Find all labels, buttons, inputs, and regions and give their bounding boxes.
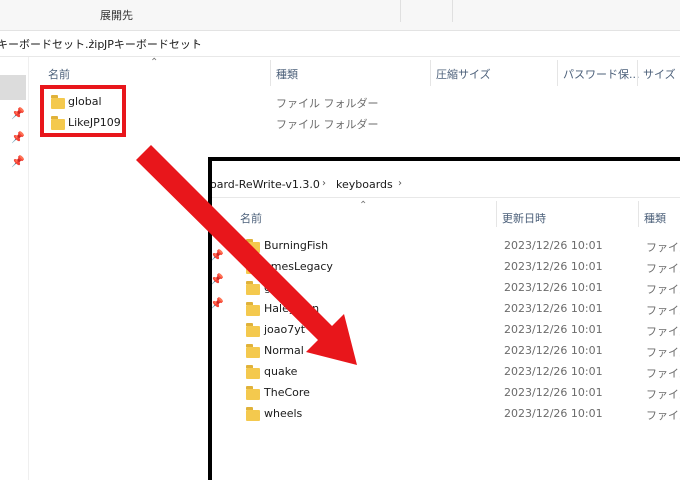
file-type: ファイル — [646, 262, 680, 275]
file-name: wheels — [264, 407, 303, 420]
list-item[interactable]: amesLegacy 2023/12/26 10:01 ファイル — [240, 257, 680, 278]
chevron-right-icon[interactable]: › — [194, 36, 198, 47]
file-name: amesLegacy — [264, 260, 333, 273]
file-name: quake — [264, 365, 298, 378]
highlight-box — [40, 85, 126, 137]
modified-date: 2023/12/26 10:01 — [504, 302, 603, 315]
file-type: ファイル — [646, 367, 680, 380]
column-divider[interactable] — [638, 201, 639, 227]
file-name: joao7yt — [264, 323, 306, 336]
column-header-type[interactable]: 種類 — [276, 66, 298, 82]
nav-selected-item[interactable] — [0, 75, 26, 100]
folder-icon — [246, 323, 260, 337]
file-type: ファイル — [646, 388, 680, 401]
folder-icon — [246, 407, 260, 421]
folder-icon — [246, 281, 260, 295]
file-type: ファイル フォルダー — [276, 118, 379, 131]
column-divider[interactable] — [637, 60, 638, 86]
column-header-type[interactable]: 種類 — [644, 210, 666, 226]
file-name: BurningFish — [264, 239, 329, 252]
file-type: ファイル — [646, 241, 680, 254]
file-type: ファイル — [646, 283, 680, 296]
toolbar-divider — [452, 0, 453, 22]
file-name: Haley von — [264, 302, 320, 315]
sort-up-icon: ⌃ — [359, 200, 368, 211]
column-divider[interactable] — [557, 60, 558, 86]
column-divider[interactable] — [270, 60, 271, 86]
modified-date: 2023/12/26 10:01 — [504, 407, 603, 420]
folder-icon — [246, 302, 260, 316]
column-header-compressed-size[interactable]: 圧縮サイズ — [436, 66, 491, 82]
breadcrumb-item-folder[interactable]: JPキーボードセット — [104, 36, 202, 52]
folder-icon — [246, 260, 260, 274]
ribbon-toolbar: 展開先 — [0, 0, 680, 31]
inset-address-bar[interactable]: oard-ReWrite-v1.3.0 › keyboards › — [212, 173, 680, 198]
breadcrumb-item-zip[interactable]: キーボードセット.zip — [0, 36, 104, 52]
file-type: ファイル — [646, 325, 680, 338]
modified-date: 2023/12/26 10:01 — [504, 260, 603, 273]
column-header-name[interactable]: 名前 — [240, 210, 262, 226]
list-item[interactable]: TheCore 2023/12/26 10:01 ファイル — [240, 383, 680, 404]
file-name: TheCore — [264, 386, 310, 399]
modified-date: 2023/12/26 10:01 — [504, 386, 603, 399]
modified-date: 2023/12/26 10:01 — [504, 323, 603, 336]
column-header-password[interactable]: パスワード保... — [563, 66, 640, 82]
modified-date: 2023/12/26 10:01 — [504, 281, 603, 294]
column-header-name[interactable]: 名前 — [48, 66, 70, 82]
list-item[interactable]: joao7yt 2023/12/26 10:01 ファイル — [240, 320, 680, 341]
modified-date: 2023/12/26 10:01 — [504, 365, 603, 378]
column-header-modified[interactable]: 更新日時 — [502, 210, 546, 226]
file-type: ファイル — [646, 409, 680, 422]
list-item[interactable]: wheels 2023/12/26 10:01 ファイル — [240, 404, 680, 425]
column-header-size[interactable]: サイズ — [643, 66, 676, 82]
navigation-pane — [0, 57, 29, 480]
modified-date: 2023/12/26 10:01 — [504, 344, 603, 357]
file-type: ファイル — [646, 304, 680, 317]
chevron-right-icon[interactable]: › — [90, 36, 94, 47]
list-item[interactable]: BurningFish 2023/12/26 10:01 ファイル — [240, 236, 680, 257]
folder-icon — [246, 386, 260, 400]
list-item[interactable]: Haley von 2023/12/26 10:01 ファイル — [240, 299, 680, 320]
pin-icon[interactable]: 📌 — [212, 297, 224, 310]
chevron-right-icon[interactable]: › — [322, 178, 326, 189]
file-name: g — [264, 281, 271, 294]
breadcrumb-item-archive[interactable]: oard-ReWrite-v1.3.0 — [212, 178, 320, 191]
column-divider[interactable] — [496, 201, 497, 227]
pin-icon[interactable]: 📌 — [11, 107, 25, 120]
file-type: ファイル — [646, 346, 680, 359]
folder-icon — [246, 365, 260, 379]
list-item[interactable]: quake 2023/12/26 10:01 ファイル — [240, 362, 680, 383]
modified-date: 2023/12/26 10:01 — [504, 239, 603, 252]
pin-icon[interactable]: 📌 — [212, 249, 224, 262]
pin-icon[interactable]: 📌 — [11, 155, 25, 168]
toolbar-divider — [400, 0, 401, 22]
folder-icon — [246, 344, 260, 358]
file-type: ファイル フォルダー — [276, 97, 379, 110]
list-item[interactable]: g 2023/12/26 10:01 ファイル — [240, 278, 680, 299]
pin-icon[interactable]: 📌 — [212, 273, 224, 286]
list-item[interactable]: Normal 2023/12/26 10:01 ファイル — [240, 341, 680, 362]
folder-icon — [246, 239, 260, 253]
column-divider[interactable] — [430, 60, 431, 86]
address-bar[interactable]: キーボードセット.zip › JPキーボードセット › — [0, 31, 680, 57]
chevron-right-icon[interactable]: › — [398, 178, 402, 189]
sort-up-icon: ⌃ — [150, 57, 159, 68]
extract-to-button[interactable]: 展開先 — [100, 7, 133, 23]
inset-explorer-window: oard-ReWrite-v1.3.0 › keyboards › ⌃ 名前 更… — [208, 157, 680, 480]
pin-icon[interactable]: 📌 — [11, 131, 25, 144]
breadcrumb-item-keyboards[interactable]: keyboards — [336, 178, 393, 191]
file-name: Normal — [264, 344, 304, 357]
